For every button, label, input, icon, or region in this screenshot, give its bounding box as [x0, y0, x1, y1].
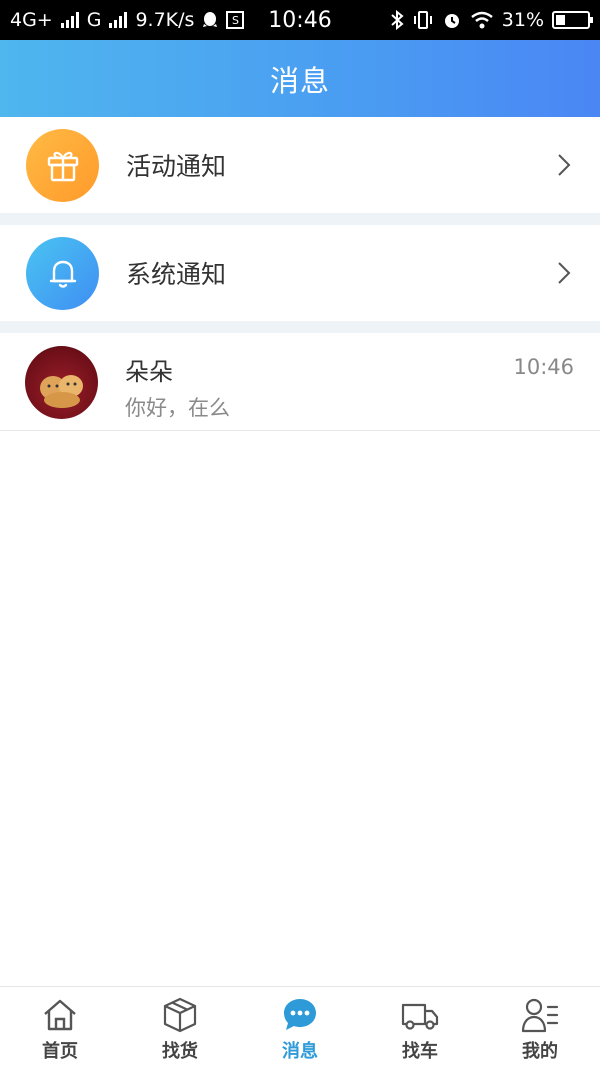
- chat-bubble-icon: [280, 995, 320, 1035]
- status-left: 4G+ G 9.7K/s S: [10, 9, 245, 31]
- chevron-right-icon: [554, 261, 574, 285]
- s-app-icon: S: [226, 11, 245, 29]
- tab-label: 消息: [282, 1041, 318, 1062]
- avatar: [25, 346, 98, 419]
- vibrate-icon: [413, 11, 432, 29]
- section-divider: [0, 213, 600, 225]
- home-icon: [40, 995, 80, 1035]
- tab-label: 我的: [522, 1041, 558, 1062]
- tab-label: 找车: [402, 1041, 438, 1062]
- chat-time: 10:46: [513, 355, 574, 379]
- tab-messages[interactable]: 消息: [240, 987, 360, 1067]
- system-notice-label: 系统通知: [126, 260, 227, 289]
- network-type: 4G+: [10, 9, 53, 31]
- chat-preview: 你好，在么: [125, 396, 230, 420]
- tab-home[interactable]: 首页: [0, 987, 120, 1067]
- chat-name: 朵朵: [125, 358, 173, 386]
- battery-percent: 31%: [501, 9, 544, 31]
- page-title: 消息: [269, 63, 330, 98]
- bluetooth-icon: [391, 10, 404, 30]
- gift-icon: [26, 128, 99, 202]
- status-right: 31%: [390, 9, 593, 31]
- chat-list-item[interactable]: 朵朵 10:46 你好，在么: [0, 333, 600, 431]
- tab-label: 找货: [162, 1041, 198, 1062]
- tab-label: 首页: [42, 1041, 78, 1062]
- chevron-right-icon: [554, 153, 574, 177]
- network-type-2: G: [86, 9, 102, 31]
- truck-icon: [400, 995, 440, 1035]
- profile-icon: [520, 995, 560, 1035]
- tab-mine[interactable]: 我的: [480, 987, 600, 1067]
- status-bar: 4G+ G 9.7K/s S 10:46 31%: [0, 0, 600, 40]
- tab-find-truck[interactable]: 找车: [360, 987, 480, 1067]
- signal-icon-2: [109, 12, 128, 28]
- battery-icon: [552, 11, 593, 29]
- section-divider: [0, 321, 600, 333]
- tab-find-goods[interactable]: 找货: [120, 987, 240, 1067]
- activity-notice-label: 活动通知: [126, 152, 227, 181]
- alarm-icon: [444, 14, 459, 28]
- signal-icon: [60, 12, 79, 28]
- box-icon: [160, 995, 200, 1035]
- system-notice-row[interactable]: 系统通知: [0, 225, 600, 321]
- header: 消息: [0, 40, 600, 117]
- qq-icon: [203, 12, 218, 27]
- activity-notice-row[interactable]: 活动通知: [0, 117, 600, 213]
- bell-icon: [26, 236, 99, 310]
- bottom-tab-bar: 首页 找货 消息 找车 我的: [0, 986, 600, 1067]
- wifi-icon: [470, 11, 493, 29]
- network-speed: 9.7K/s: [135, 9, 195, 31]
